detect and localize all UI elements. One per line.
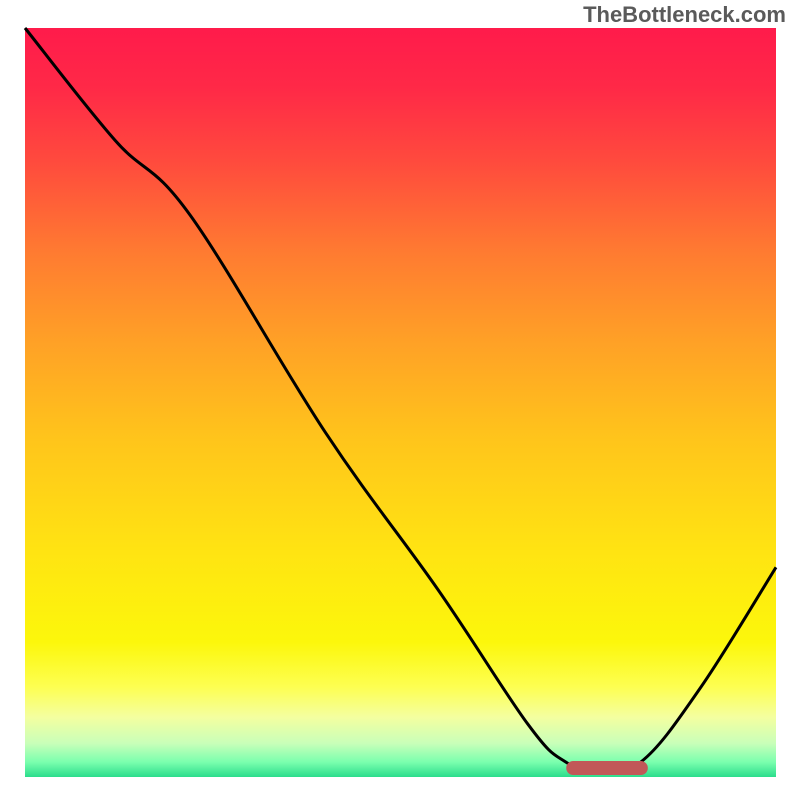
attribution-label: TheBottleneck.com	[583, 2, 786, 28]
bottleneck-chart	[0, 0, 800, 800]
chart-container: TheBottleneck.com	[0, 0, 800, 800]
chart-background	[25, 28, 776, 777]
